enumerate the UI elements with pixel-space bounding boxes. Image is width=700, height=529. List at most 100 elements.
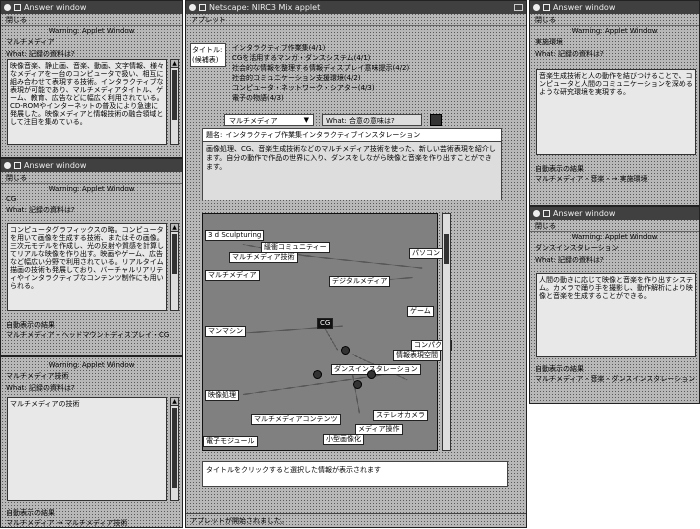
menu-close[interactable]: 閉じる (6, 15, 27, 25)
network-graph[interactable]: 3 d Sculpturing 緩衝コミュニティー マルチメディア技術 パソコン… (202, 213, 452, 451)
graph-circle[interactable] (313, 370, 322, 379)
graph-node[interactable]: 小型画像化 (323, 434, 364, 445)
scroll-thumb[interactable] (444, 234, 449, 264)
graph-node[interactable]: ステレオカメラ (373, 410, 428, 421)
footer-value: マルチメディア・音楽・ダンスインスタレーション (535, 375, 696, 383)
title-label-sub: (候補表) (192, 56, 219, 64)
applet-warning: Warning: Applet Window (48, 361, 135, 369)
graph-node[interactable]: ゲーム (407, 306, 434, 317)
title-list-item[interactable]: コンピュータ・ネットワーク・シアター(4/3) (232, 83, 482, 93)
title-list-item[interactable]: インタラクティブ作業集(4/1) (232, 43, 482, 53)
scroll-thumb[interactable] (172, 234, 177, 274)
what-dropdown[interactable]: What: 合意の意味は? (322, 114, 422, 126)
graph-node[interactable]: デジタルメディア (329, 276, 391, 287)
window-menu-icon[interactable] (189, 4, 196, 11)
answer-window-left-bottom: Warning: Applet Window マルチメディア技術 What: 記… (0, 356, 183, 528)
menu-bar: 閉じる (1, 14, 182, 26)
graph-node[interactable]: 3 d Sculpturing (205, 230, 265, 241)
scroll-up-icon[interactable]: ▲ (171, 398, 178, 406)
answer-window-right-bottom: Answer window 閉じる Warning: Applet Window… (529, 206, 700, 404)
scrollbar[interactable]: ▲ (170, 59, 179, 145)
answer-text: 映像音楽、静止画、音楽、動画、文字情報、様々なメディアを一台のコンピュータで扱い… (7, 59, 167, 145)
title-bar[interactable]: Netscape: NIRC3 Mix applet (186, 1, 526, 14)
menu-applet[interactable]: アプレット (191, 15, 226, 25)
info-status-text: タイトルをクリックすると選択した情報が表示されます (206, 466, 381, 474)
maximize-icon[interactable] (514, 4, 523, 11)
window-box-icon[interactable] (14, 162, 21, 169)
graph-node[interactable]: マンマシン (205, 326, 246, 337)
menu-close[interactable]: 閉じる (535, 221, 556, 231)
menu-close[interactable]: 閉じる (6, 173, 27, 183)
window-title: Answer window (24, 3, 87, 12)
chevron-down-icon: ▼ (303, 116, 309, 124)
scrollbar[interactable]: ▲ (170, 397, 179, 501)
answer-heading: CG (6, 195, 17, 203)
answer-heading: マルチメディア (6, 38, 55, 46)
title-bar[interactable]: Answer window (1, 159, 182, 172)
footer-value: マルチメディア・音楽・→ 実施環境 (535, 175, 648, 183)
scroll-thumb[interactable] (172, 70, 177, 120)
desc-label: 題名: (206, 131, 223, 139)
answer-text: マルチメディアの技術 (7, 397, 167, 501)
window-box-icon[interactable] (543, 210, 550, 217)
answer-text: コンピュータグラフィックスの略。コンピュータを用いて画像を生成する技術、またはそ… (7, 223, 167, 311)
scrollbar[interactable]: ▲ (170, 223, 179, 311)
title-list-item[interactable]: CGを活用するマンガ・ダンスシステム(4/1) (232, 53, 482, 63)
title-bar[interactable]: Answer window (530, 1, 699, 14)
graph-node[interactable]: 映像処理 (205, 390, 239, 401)
title-list-item[interactable]: 社会的コミュニケーション支援環境(4/2) (232, 73, 482, 83)
menu-bar: アプレット (186, 14, 526, 26)
menu-bar: 閉じる (1, 172, 182, 184)
graph-node[interactable]: 情報表現空間 (393, 350, 441, 361)
window-menu-icon[interactable] (533, 4, 540, 11)
graph-scrollbar[interactable] (442, 213, 451, 451)
what-value: 合意の意味は? (349, 117, 395, 125)
query-button[interactable] (430, 114, 442, 126)
window-box-icon[interactable] (199, 4, 206, 11)
graph-node[interactable]: マルチメディアコンテンツ (251, 414, 341, 425)
info-status-box: タイトルをクリックすると選択した情報が表示されます (202, 461, 508, 487)
category-dropdown[interactable]: マルチメディア ▼ (224, 114, 314, 126)
desc-title: インタラクティブ作業集インタラクティブインスタレーション (225, 131, 421, 139)
scroll-up-icon[interactable]: ▲ (171, 224, 178, 232)
graph-circle[interactable] (367, 370, 376, 379)
window-title: Answer window (553, 3, 616, 12)
what-line: What: 記録の資料は? (6, 206, 75, 214)
title-list[interactable]: インタラクティブ作業集(4/1) CGを活用するマンガ・ダンスシステム(4/1)… (232, 43, 482, 103)
desc-body: 画像処理、CG、音楽生成技術などのマルチメディア技術を使った、新しい芸術表現を紹… (203, 142, 501, 200)
answer-heading: 実施環境 (535, 38, 563, 46)
scroll-up-icon[interactable]: ▲ (171, 60, 178, 68)
title-list-item[interactable]: 社会的な情報を整理する情報ディスプレイ意味提示(4/2) (232, 63, 482, 73)
title-bar[interactable]: Answer window (1, 1, 182, 14)
graph-circle[interactable] (341, 346, 350, 355)
category-value: マルチメディア (229, 117, 278, 125)
menu-close[interactable]: 閉じる (535, 15, 556, 25)
answer-text: 人間の動きに応じて映像と音楽を作り出すシステム。カメラで踊り手を撮影し、動作解析… (536, 273, 696, 357)
graph-node[interactable]: マルチメディア (205, 270, 260, 281)
browser-status-text: アプレットが開始されました。 (190, 517, 288, 525)
window-box-icon[interactable] (14, 4, 21, 11)
graph-node[interactable]: 電子モジュール (203, 436, 258, 447)
title-list-item[interactable]: 電子の物語(4/3) (232, 93, 482, 103)
answer-window-right-top: Answer window 閉じる Warning: Applet Window… (529, 0, 700, 206)
applet-warning: Warning: Applet Window (571, 233, 658, 241)
description-panel: 題名: インタラクティブ作業集インタラクティブインスタレーション 画像処理、CG… (202, 128, 502, 200)
title-label: タイトル: (192, 46, 223, 54)
window-title: Netscape: NIRC3 Mix applet (209, 3, 321, 12)
footer-value: マルチメディア・ヘッドマウントディスプレイ・CG (6, 331, 170, 339)
applet-warning: Warning: Applet Window (48, 27, 135, 35)
window-menu-icon[interactable] (4, 4, 11, 11)
footer-value: マルチメディア → マルチメディア技術 (6, 519, 128, 527)
window-menu-icon[interactable] (4, 162, 11, 169)
graph-node[interactable]: マルチメディア技術 (229, 252, 298, 263)
graph-node[interactable]: CG (317, 318, 334, 329)
scroll-thumb[interactable] (172, 408, 177, 488)
window-menu-icon[interactable] (533, 210, 540, 217)
graph-node[interactable]: パソコン (409, 248, 443, 259)
applet-warning: Warning: Applet Window (571, 27, 658, 35)
what-label: What: (326, 117, 347, 125)
graph-circle[interactable] (353, 380, 362, 389)
title-bar[interactable]: Answer window (530, 207, 699, 220)
browser-status-bar: アプレットが開始されました。 (186, 513, 526, 527)
window-box-icon[interactable] (543, 4, 550, 11)
